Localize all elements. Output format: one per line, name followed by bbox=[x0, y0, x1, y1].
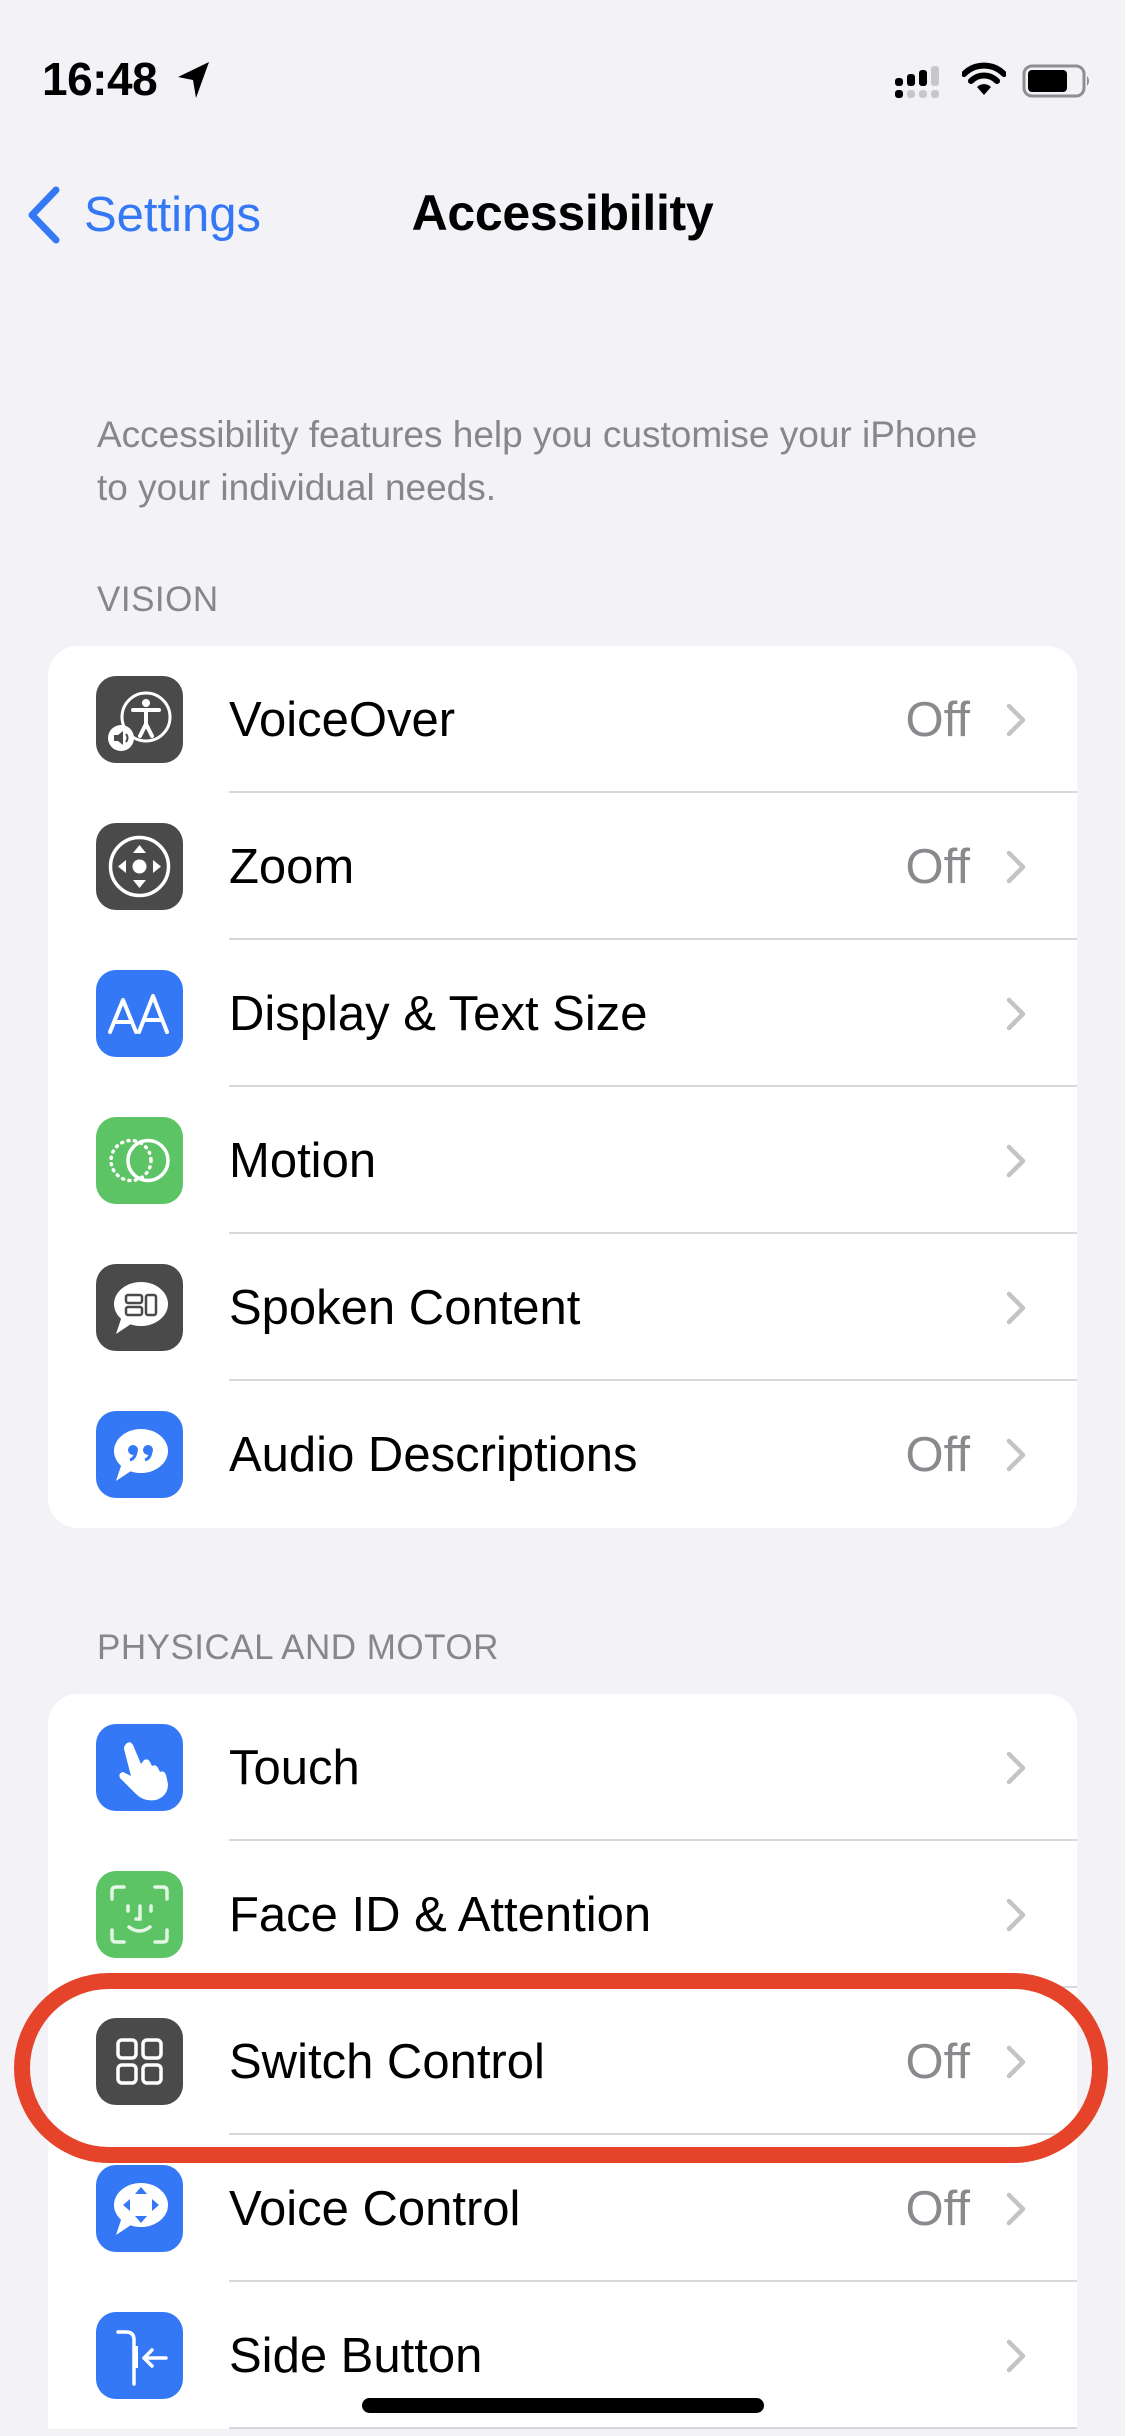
list-item-zoom[interactable]: Zoom Off bbox=[48, 793, 1077, 940]
list-item-motion[interactable]: Motion bbox=[48, 1087, 1077, 1234]
section-header-physical-motor: PHYSICAL AND MOTOR bbox=[97, 1628, 499, 1667]
list-item-value: Off bbox=[905, 1427, 970, 1482]
list-item-label: Audio Descriptions bbox=[229, 1427, 638, 1482]
chevron-right-icon bbox=[1006, 1898, 1026, 1932]
audio-descriptions-icon bbox=[96, 1411, 183, 1498]
chevron-right-icon bbox=[1006, 2045, 1026, 2079]
touch-icon bbox=[96, 1724, 183, 1811]
chevron-right-icon bbox=[1006, 1291, 1026, 1325]
text-size-icon bbox=[96, 970, 183, 1057]
list-item-label: Zoom bbox=[229, 839, 355, 894]
signal-bar-sim1 bbox=[931, 66, 939, 86]
list-item-label: Touch bbox=[229, 1740, 360, 1795]
list-item-face-id[interactable]: Face ID & Attention bbox=[48, 1841, 1077, 1988]
home-indicator bbox=[362, 2398, 764, 2413]
switch-control-icon bbox=[96, 2018, 183, 2105]
location-arrow-icon bbox=[178, 62, 209, 98]
list-item-audio-descriptions[interactable]: Audio Descriptions Off bbox=[48, 1381, 1077, 1528]
spoken-content-icon bbox=[96, 1264, 183, 1351]
list-item-touch[interactable]: Touch bbox=[48, 1694, 1077, 1841]
chevron-right-icon bbox=[1006, 850, 1026, 884]
chevron-right-icon bbox=[1006, 2339, 1026, 2373]
signal-bar-sim2 bbox=[931, 90, 939, 98]
face-id-icon bbox=[96, 1871, 183, 1958]
chevron-right-icon bbox=[1006, 997, 1026, 1031]
list-item-spoken-content[interactable]: Spoken Content bbox=[48, 1234, 1077, 1381]
list-item-label: Motion bbox=[229, 1133, 377, 1188]
vision-group: VoiceOver Off Zoom Off Display & Text Si… bbox=[48, 646, 1077, 1528]
chevron-right-icon bbox=[1006, 1438, 1026, 1472]
list-item-value: Off bbox=[905, 2181, 970, 2236]
signal-bar-sim2 bbox=[895, 90, 903, 98]
signal-bar-sim2 bbox=[907, 90, 915, 98]
list-item-label: Voice Control bbox=[229, 2181, 521, 2236]
wifi-icon bbox=[962, 62, 1006, 95]
chevron-right-icon bbox=[1006, 703, 1026, 737]
page-description: Accessibility features help you customis… bbox=[97, 414, 978, 508]
signal-bar-sim2 bbox=[919, 90, 927, 98]
list-item-voice-control[interactable]: Voice Control Off bbox=[48, 2135, 1077, 2282]
status-time: 16:48 bbox=[42, 53, 158, 105]
list-item-label: VoiceOver bbox=[229, 692, 456, 747]
list-item-switch-control[interactable]: Switch Control Off bbox=[48, 1988, 1077, 2135]
list-item-label: Side Button bbox=[229, 2328, 483, 2383]
list-item-value: Off bbox=[905, 839, 970, 894]
signal-bar-sim1 bbox=[919, 70, 927, 86]
page-title: Accessibility bbox=[411, 185, 714, 241]
list-item-label: Face ID & Attention bbox=[229, 1887, 652, 1942]
voice-control-icon bbox=[96, 2165, 183, 2252]
list-item-label: Switch Control bbox=[229, 2034, 545, 2089]
chevron-right-icon bbox=[1006, 1144, 1026, 1178]
row-separator bbox=[229, 2427, 1077, 2429]
battery-icon bbox=[1022, 64, 1089, 98]
side-button-icon bbox=[96, 2312, 183, 2399]
list-item-label: Display & Text Size bbox=[229, 986, 648, 1041]
chevron-right-icon bbox=[1006, 2192, 1026, 2226]
list-item-label: Spoken Content bbox=[229, 1280, 581, 1335]
zoom-icon bbox=[96, 823, 183, 910]
dual-sim-signal-icon bbox=[895, 66, 939, 98]
list-item-value: Off bbox=[905, 2034, 970, 2089]
voiceover-icon bbox=[96, 676, 183, 763]
list-item-voiceover[interactable]: VoiceOver Off bbox=[48, 646, 1077, 793]
section-header-vision: VISION bbox=[97, 580, 219, 619]
signal-bar-sim1 bbox=[895, 78, 903, 86]
motion-icon bbox=[96, 1117, 183, 1204]
signal-bar-sim1 bbox=[907, 74, 915, 86]
list-item-value: Off bbox=[905, 692, 970, 747]
list-item-display-text-size[interactable]: Display & Text Size bbox=[48, 940, 1077, 1087]
physical-motor-group: Touch Face ID & Attention Switch Control… bbox=[48, 1694, 1077, 2429]
chevron-right-icon bbox=[1006, 1751, 1026, 1785]
